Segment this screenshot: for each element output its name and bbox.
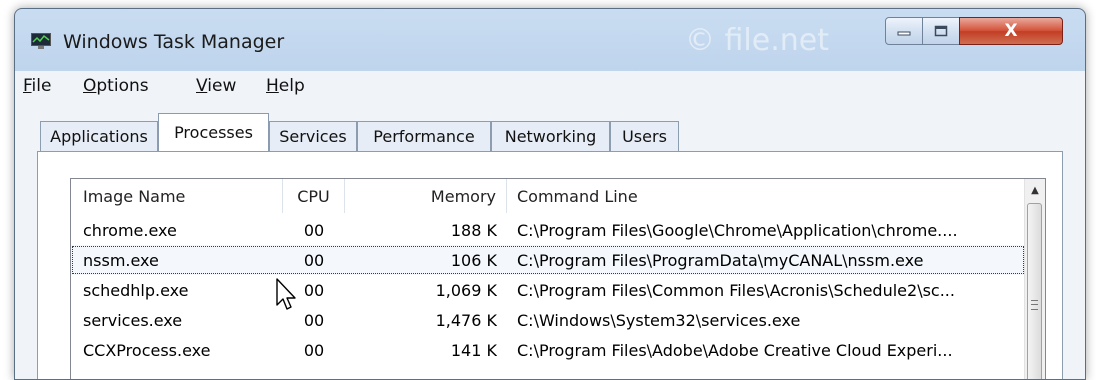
minimize-button[interactable]	[885, 17, 923, 45]
column-command-line[interactable]: Command Line	[507, 179, 1025, 213]
tab-processes[interactable]: Processes	[158, 113, 269, 151]
table-row[interactable]: schedhlp.exe 00 1,069 K C:\Program Files…	[71, 275, 1025, 305]
menu-options[interactable]: Options	[83, 76, 149, 96]
table-row-selected[interactable]: nssm.exe 00 106 K C:\Program Files\Progr…	[71, 245, 1025, 275]
minimize-icon	[897, 31, 911, 36]
image-name-cell: chrome.exe	[83, 220, 177, 240]
column-headers: Image Name CPU Memory Command Line	[71, 179, 1025, 213]
memory-cell: 1,069 K	[435, 280, 497, 300]
menu-bar: File Options View Help	[15, 71, 1085, 99]
tab-services[interactable]: Services	[269, 121, 357, 151]
command-line-cell: C:\Program Files\Common Files\Acronis\Sc…	[517, 280, 955, 300]
memory-cell: 141 K	[450, 340, 497, 360]
memory-cell: 106 K	[450, 250, 497, 270]
table-row[interactable]: services.exe 00 1,476 K C:\Windows\Syste…	[71, 305, 1025, 335]
process-list[interactable]: Image Name CPU Memory Command Line chrom…	[70, 178, 1046, 379]
mouse-pointer-icon	[276, 278, 296, 310]
tab-networking[interactable]: Networking	[491, 121, 610, 151]
column-memory[interactable]: Memory	[345, 179, 507, 213]
command-line-cell: C:\Program Files\ProgramData\myCANAL\nss…	[517, 250, 924, 270]
cpu-cell: 00	[303, 250, 325, 270]
cpu-cell: 00	[303, 220, 325, 240]
menu-help[interactable]: Help	[266, 76, 305, 96]
table-row[interactable]: chrome.exe 00 188 K C:\Program Files\Goo…	[71, 215, 1025, 245]
maximize-button[interactable]	[922, 17, 960, 45]
menu-view[interactable]: View	[196, 76, 236, 96]
image-name-cell: services.exe	[83, 310, 183, 330]
command-line-cell: C:\Windows\System32\services.exe	[517, 310, 801, 330]
memory-cell: 188 K	[450, 220, 497, 240]
tab-users[interactable]: Users	[610, 121, 679, 151]
cpu-cell: 00	[303, 340, 325, 360]
memory-cell: 1,476 K	[435, 310, 497, 330]
image-name-cell: schedhlp.exe	[83, 280, 189, 300]
image-name-cell: nssm.exe	[83, 250, 159, 270]
vertical-scrollbar[interactable]: ▲	[1024, 179, 1045, 379]
image-name-cell: CCXProcess.exe	[83, 340, 211, 360]
task-manager-window: Windows Task Manager © file.net X File O…	[14, 8, 1086, 380]
task-manager-icon	[31, 33, 51, 49]
processes-panel: Image Name CPU Memory Command Line chrom…	[37, 151, 1063, 379]
scrollbar-thumb[interactable]	[1027, 203, 1042, 379]
command-line-cell: C:\Program Files\Google\Chrome\Applicati…	[517, 220, 958, 240]
maximize-icon	[934, 25, 948, 37]
title-bar[interactable]: Windows Task Manager © file.net X	[15, 9, 1085, 65]
menu-file[interactable]: File	[23, 76, 51, 96]
client-area: Applications Processes Services Performa…	[15, 99, 1085, 379]
grip-icon	[1031, 300, 1038, 310]
scroll-up-arrow-icon[interactable]: ▲	[1025, 179, 1045, 201]
tab-performance[interactable]: Performance	[357, 121, 491, 151]
close-button[interactable]: X	[959, 17, 1063, 45]
tab-applications[interactable]: Applications	[40, 121, 158, 151]
column-image-name[interactable]: Image Name	[71, 179, 283, 213]
watermark: © file.net	[685, 23, 829, 58]
column-cpu[interactable]: CPU	[283, 179, 345, 213]
close-icon: X	[1004, 21, 1018, 41]
table-row[interactable]: CCXProcess.exe 00 141 K C:\Program Files…	[71, 335, 1025, 365]
window-title: Windows Task Manager	[63, 31, 285, 53]
command-line-cell: C:\Program Files\Adobe\Adobe Creative Cl…	[517, 340, 953, 360]
